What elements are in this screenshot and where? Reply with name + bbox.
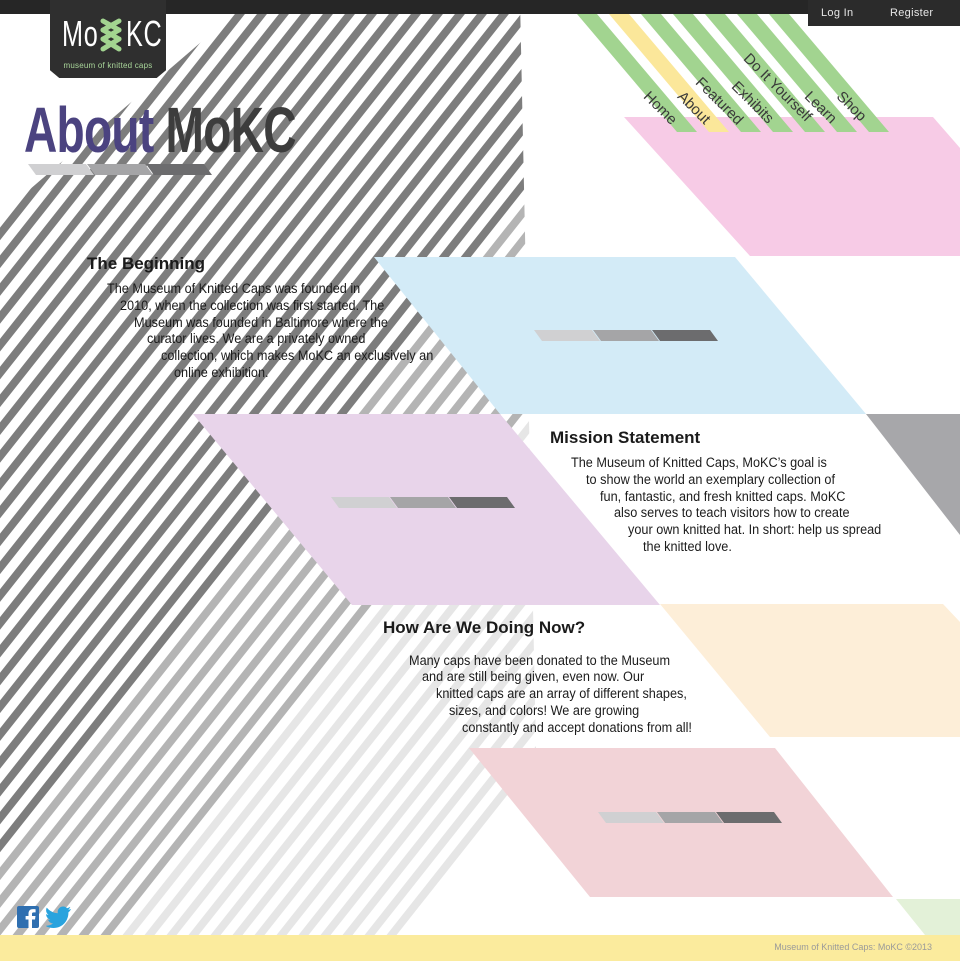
beginning-line: Museum was founded in Baltimore where th… bbox=[134, 315, 388, 330]
mission-line: also serves to teach visitors how to cre… bbox=[614, 505, 850, 520]
mission-line: your own knitted hat. In short: help us … bbox=[628, 522, 882, 537]
divider-segment bbox=[331, 497, 397, 508]
now-line: Many caps have been donated to the Museu… bbox=[409, 653, 671, 668]
beginning-line: collection, which makes MoKC an exclusiv… bbox=[161, 348, 434, 363]
beginning-line: online exhibition. bbox=[174, 365, 269, 380]
divider-segment bbox=[598, 812, 664, 823]
divider-segment bbox=[390, 497, 456, 508]
now-line: and are still being given, even now. Our bbox=[422, 669, 645, 684]
copyright-text: Museum of Knitted Caps: MoKC ©2013 bbox=[774, 942, 932, 952]
divider-segment bbox=[593, 330, 659, 341]
logo-tagline: museum of knitted caps bbox=[63, 61, 153, 70]
page-title: About MoKC bbox=[24, 98, 296, 162]
logo-mo-text: Mo bbox=[62, 13, 99, 54]
beginning-line: curator lives. We are a privately owned bbox=[147, 331, 366, 346]
divider-segment bbox=[652, 330, 718, 341]
logo[interactable]: Mo KC museum of knitted caps bbox=[50, 0, 166, 78]
now-line: knitted caps are an array of different s… bbox=[436, 686, 687, 701]
mission-heading: Mission Statement bbox=[550, 428, 701, 447]
divider-segment bbox=[716, 812, 782, 823]
beginning-line: The Museum of Knitted Caps was founded i… bbox=[107, 281, 361, 296]
divider-segment bbox=[449, 497, 515, 508]
knit-stitch-icon bbox=[100, 18, 122, 52]
mission-line: The Museum of Knitted Caps, MoKC’s goal … bbox=[571, 455, 827, 470]
login-link[interactable]: Log In bbox=[821, 7, 853, 19]
beginning-heading: The Beginning bbox=[87, 254, 206, 273]
mission-line: fun, fantastic, and fresh knitted caps. … bbox=[600, 489, 846, 504]
mission-line: to show the world an exemplary collectio… bbox=[586, 472, 835, 487]
now-line: constantly and accept donations from all… bbox=[462, 720, 692, 735]
divider-segment bbox=[534, 330, 600, 341]
account-menu: Log In Register bbox=[808, 0, 960, 26]
now-line: sizes, and colors! We are growing bbox=[449, 703, 640, 718]
divider-segment bbox=[657, 812, 723, 823]
page-title-mokc: MoKC bbox=[165, 94, 297, 166]
logo-kc-text: KC bbox=[126, 13, 163, 54]
page-title-about: About bbox=[24, 94, 154, 166]
mission-line: the knitted love. bbox=[643, 539, 732, 554]
now-heading: How Are We Doing Now? bbox=[383, 618, 586, 637]
twitter-icon[interactable] bbox=[45, 906, 72, 928]
facebook-icon[interactable] bbox=[17, 906, 39, 928]
beginning-line: 2010, when the collection was first star… bbox=[120, 298, 385, 313]
footer: Museum of Knitted Caps: MoKC ©2013 bbox=[0, 935, 960, 961]
register-link[interactable]: Register bbox=[890, 7, 933, 19]
